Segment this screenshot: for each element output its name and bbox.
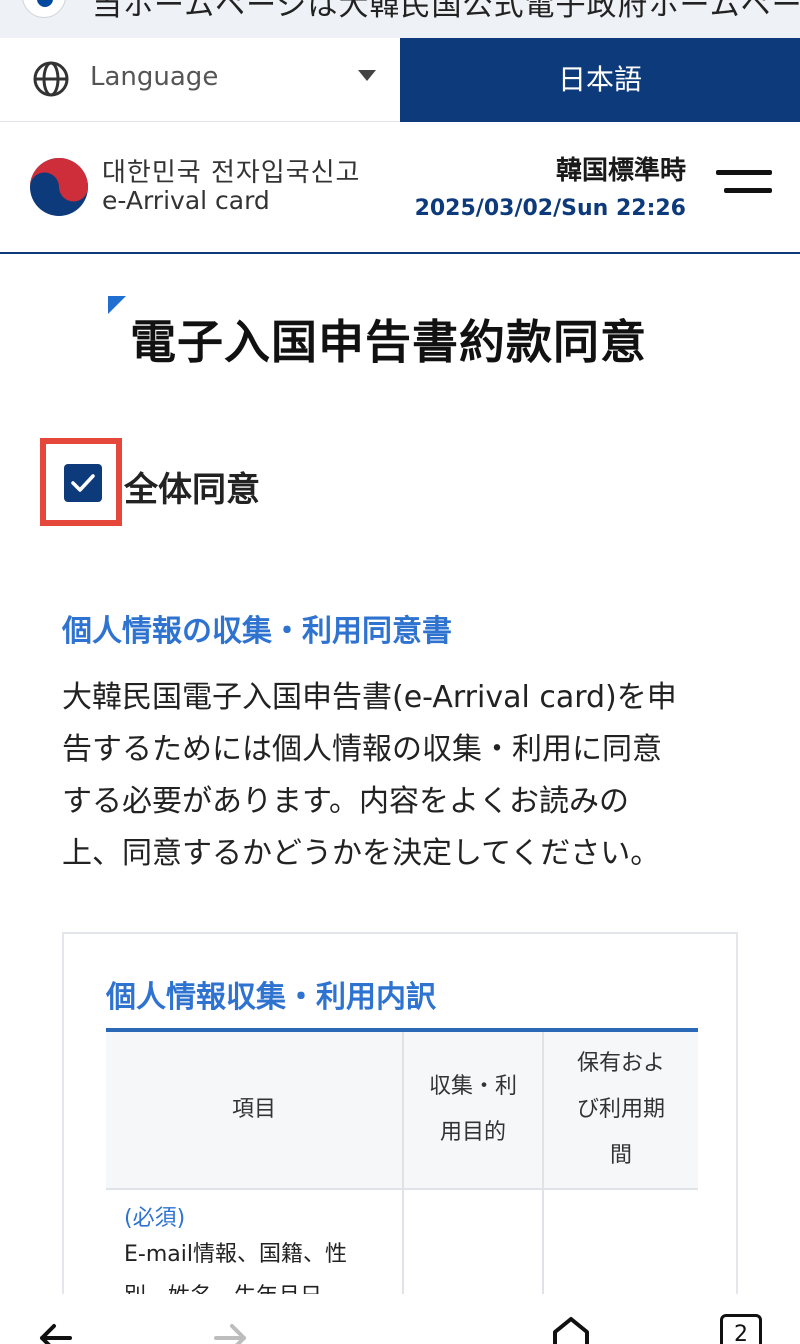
language-bar: Language 日本語	[0, 38, 800, 122]
forward-arrow-icon[interactable]	[210, 1318, 250, 1344]
header-purpose-line: 収集・利	[428, 1074, 517, 1099]
agree-all-checkbox[interactable]	[64, 464, 102, 502]
body-line: 上、同意するかどうかを決定してください。	[62, 836, 661, 871]
body-line: 告するためには個人情報の収集・利用に同意	[62, 732, 662, 767]
title-corner-mark	[108, 296, 126, 314]
current-datetime: 2025/03/02/Sun 22:26	[414, 196, 686, 221]
header-period-line: 保有およ	[576, 1051, 665, 1076]
header-period-line: 間	[609, 1143, 632, 1168]
agree-all-label[interactable]: 全体同意	[124, 462, 260, 511]
header-purpose-line: 用目的	[439, 1120, 506, 1145]
korea-flag-icon	[22, 0, 66, 18]
body-line: する必要があります。内容をよくお読みの	[62, 784, 629, 819]
home-icon[interactable]	[550, 1314, 592, 1344]
globe-icon	[33, 61, 69, 97]
required-label: (必須)	[124, 1206, 186, 1231]
privacy-consent-text: 大韓民国電子入国申告書(e-Arrival card)を申 告するためには個人情…	[62, 672, 742, 880]
privacy-detail-card: 個人情報収集・利用内訳 項目 収集・利 用目的 保有およ び利用期 間 (必須)	[62, 932, 738, 1344]
privacy-consent-heading: 個人情報の収集・利用同意書	[62, 614, 452, 649]
browser-nav-bar: 2	[0, 1294, 800, 1344]
language-select[interactable]: Language	[0, 38, 400, 122]
brand-english: e-Arrival card	[102, 186, 270, 215]
selected-language-button[interactable]: 日本語	[400, 38, 800, 122]
notice-text: 当ホームページは大韓民国公式電子政府ホームページです。	[92, 0, 800, 23]
header-item: 項目	[231, 1097, 276, 1122]
page-title: 電子入国申告書約款同意	[130, 315, 647, 369]
back-arrow-icon[interactable]	[36, 1318, 76, 1344]
tabs-count-button[interactable]: 2	[720, 1314, 762, 1344]
body-line: 大韓民国電子入国申告書(e-Arrival card)を申	[62, 680, 677, 715]
hamburger-menu-icon[interactable]	[716, 166, 772, 202]
taegeuk-logo-icon[interactable]	[28, 156, 90, 218]
gov-notice-bar: 当ホームページは大韓民国公式電子政府ホームページです。	[0, 0, 800, 38]
brand-korean: 대한민국 전자입국신고	[102, 158, 361, 188]
site-header: 대한민국 전자입국신고 e-Arrival card 韓国標準時 2025/03…	[0, 122, 800, 254]
check-icon	[71, 474, 95, 492]
header-purpose: 収集・利 用目的	[402, 1032, 542, 1188]
header-period-line: び利用期	[576, 1097, 665, 1122]
timezone-label: 韓国標準時	[555, 156, 686, 186]
table-header-row: 項目 収集・利 用目的 保有およ び利用期 間	[106, 1032, 698, 1190]
language-label: Language	[90, 62, 219, 92]
item-line: E-mail情報、国籍、性	[124, 1242, 347, 1267]
chevron-down-icon	[358, 70, 376, 81]
header-period: 保有およ び利用期 間	[542, 1032, 698, 1188]
table-title: 個人情報収集・利用内訳	[106, 980, 436, 1015]
